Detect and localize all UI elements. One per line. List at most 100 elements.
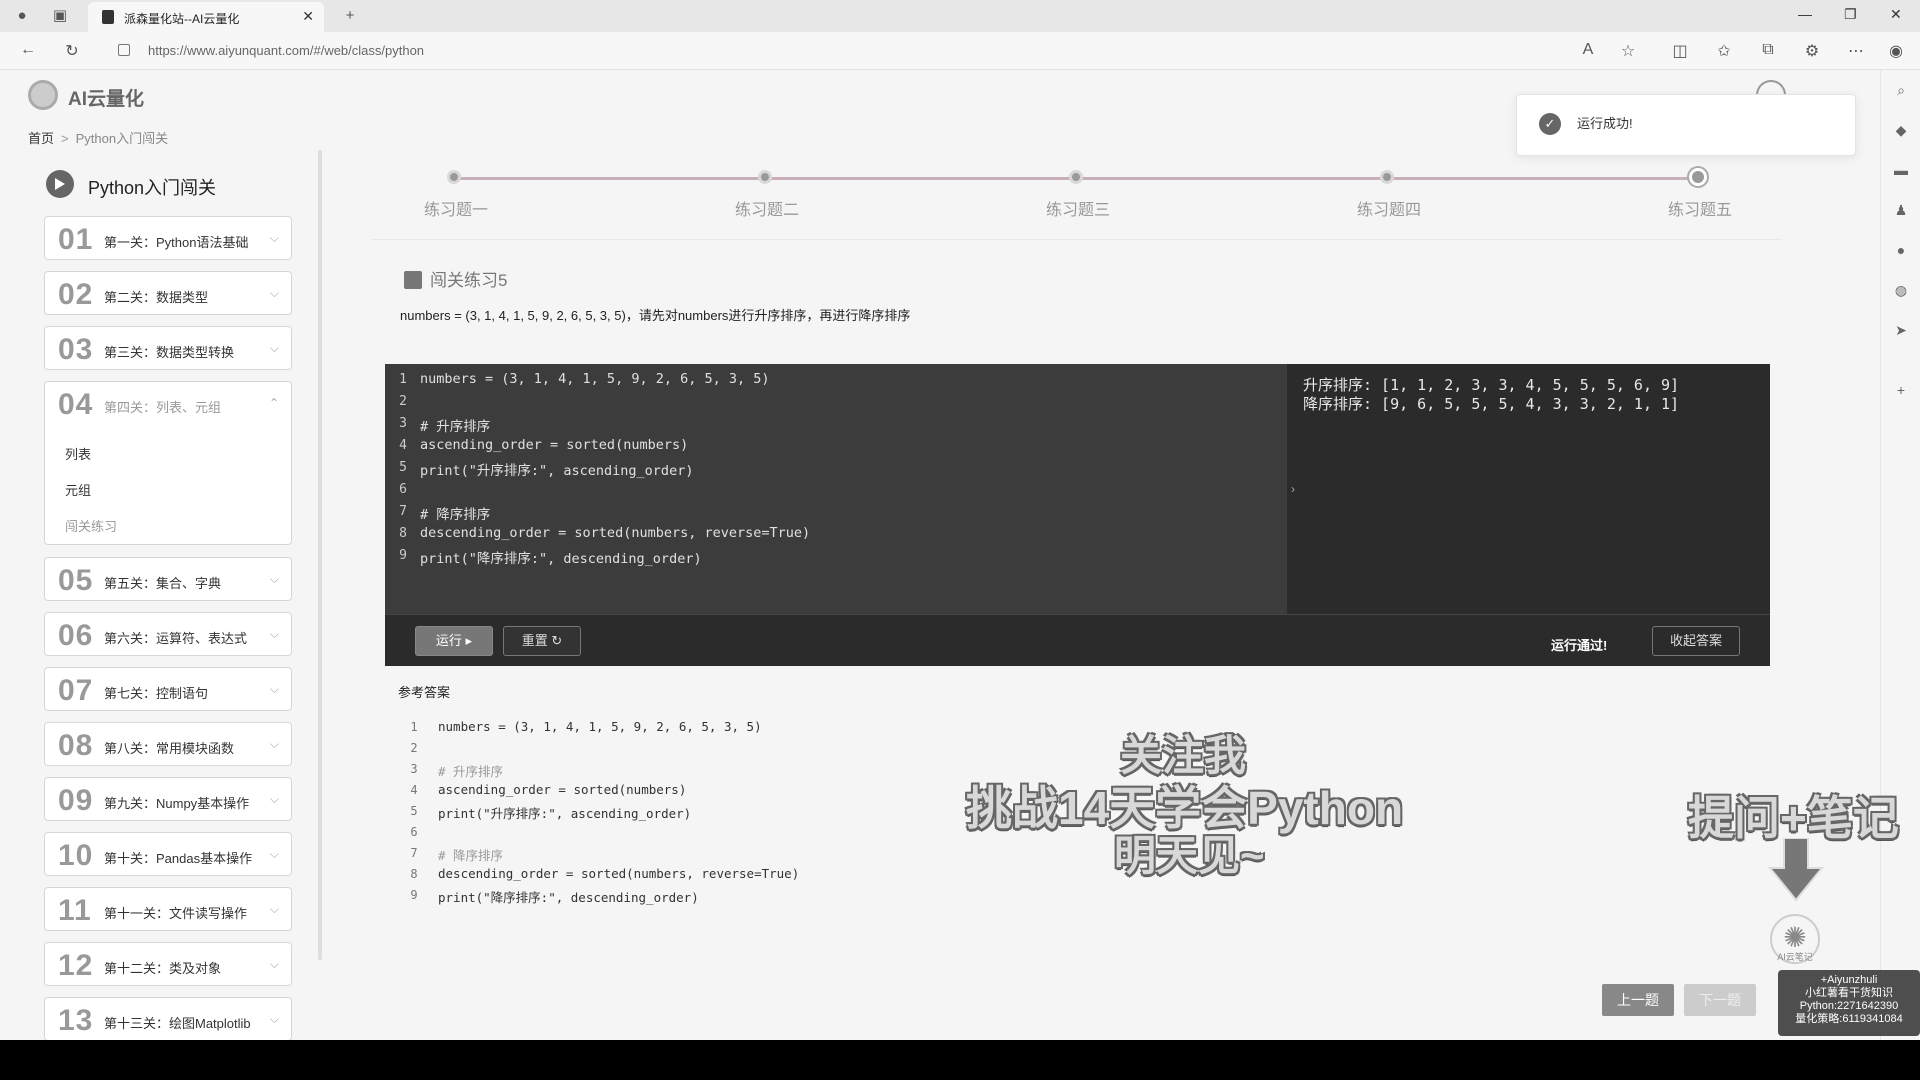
step-label-2[interactable]: 练习题二 — [707, 196, 827, 220]
breadcrumb-home[interactable]: 首页 — [28, 131, 54, 146]
step-label-3[interactable]: 练习题三 — [1018, 196, 1138, 220]
more-icon[interactable]: ⋯ — [1846, 41, 1866, 61]
chevron-down-icon: ⌵ — [269, 792, 279, 806]
reset-button[interactable]: 重置 ↻ — [503, 626, 581, 656]
line-number: 8 — [399, 526, 407, 541]
close-tab-icon[interactable]: ✕ — [302, 8, 314, 25]
level-name: 第五关：集合、字典 — [104, 576, 222, 591]
subitem-list[interactable]: 列表 — [65, 444, 91, 463]
line-number: 9 — [399, 548, 407, 563]
run-button[interactable]: 运行 ▸ — [415, 626, 493, 656]
games-icon[interactable]: ● — [1891, 242, 1911, 262]
line-number: 3 — [399, 416, 407, 431]
favorite-star-icon[interactable]: ☆ — [1618, 41, 1638, 61]
shopping-tag-icon[interactable]: ◆ — [1891, 122, 1911, 142]
code-editor[interactable]: 1 numbers = (3, 1, 4, 1, 5, 9, 2, 6, 5, 3… — [385, 364, 1287, 614]
site-brand[interactable]: AI云量化 — [68, 84, 144, 111]
level-item-01[interactable]: 01 第一关：Python语法基础 ⌵ — [44, 216, 292, 260]
level-number: 03 — [58, 333, 94, 366]
read-aloud-icon[interactable]: A — [1578, 41, 1598, 59]
step-dot-5-current[interactable] — [1689, 168, 1707, 186]
chevron-right-icon[interactable]: › — [1291, 482, 1295, 496]
chevron-down-icon: ⌵ — [269, 341, 279, 355]
subitem-tuple[interactable]: 元组 — [65, 480, 91, 499]
answer-line: # 降序排序 — [438, 848, 504, 863]
prev-question-button[interactable]: 上一题 — [1602, 984, 1674, 1016]
level-item-06[interactable]: 06 第六关：运算符、表达式 ⌵ — [44, 612, 292, 656]
extensions-icon[interactable]: ⚙ — [1802, 41, 1822, 61]
browser-tab-bar: ● ▣ 派森量化站--AI云量化 ✕ + — ❐ ✕ — [0, 0, 1920, 32]
refresh-icon[interactable]: ↻ — [62, 41, 82, 61]
code-line: descending_order = sorted(numbers, rever… — [420, 525, 811, 541]
level-name: 第六关：运算符、表达式 — [104, 631, 248, 646]
send-icon[interactable]: ➤ — [1891, 322, 1911, 342]
line-number: 2 — [410, 741, 418, 755]
refresh-icon: ↻ — [551, 633, 563, 648]
code-line: print("升序排序:", ascending_order) — [420, 463, 694, 479]
line-number: 7 — [410, 846, 418, 860]
level-item-10[interactable]: 10 第十关：Pandas基本操作 ⌵ — [44, 832, 292, 876]
level-name: 第十关：Pandas基本操作 — [104, 851, 253, 866]
people-icon[interactable]: ♟ — [1891, 202, 1911, 222]
collapse-answer-button[interactable]: 收起答案 — [1652, 626, 1740, 656]
level-item-09[interactable]: 09 第九关：Numpy基本操作 ⌵ — [44, 777, 292, 821]
overlay-see-you-text: 明天见~ — [1114, 832, 1265, 879]
editor-toolbar: 运行 ▸ 重置 ↻ 运行通过! 收起答案 — [385, 614, 1770, 666]
step-label-1[interactable]: 练习题一 — [396, 196, 516, 220]
line-number: 3 — [410, 762, 418, 776]
answer-line: ascending_order = sorted(numbers) — [438, 782, 687, 797]
favorites-icon[interactable]: ✩ — [1714, 41, 1734, 61]
url-field[interactable]: https://www.aiyunquant.com/#/web/class/p… — [148, 43, 424, 58]
browser-tab[interactable]: 派森量化站--AI云量化 ✕ — [88, 2, 324, 32]
step-label-4[interactable]: 练习题四 — [1329, 196, 1449, 220]
step-dot-2[interactable] — [758, 170, 772, 184]
subitem-practice[interactable]: 闯关练习 — [65, 516, 117, 535]
add-sidebar-app-icon[interactable]: + — [1891, 382, 1911, 402]
output-line: 降序排序: [9, 6, 5, 5, 5, 4, 3, 3, 2, 1, 1] — [1303, 395, 1680, 413]
exercise-stepper: 练习题一 练习题二 练习题三 练习题四 练习题五 — [372, 150, 1782, 240]
profile-icon[interactable]: ● — [12, 6, 32, 26]
exercise-title: 闯关练习5 — [404, 266, 507, 291]
line-number: 5 — [410, 804, 418, 818]
level-number: 02 — [58, 278, 94, 311]
tab-actions-icon[interactable]: ▣ — [50, 6, 70, 26]
back-icon[interactable]: ← — [18, 41, 38, 59]
pass-status: 运行通过! — [1551, 638, 1608, 653]
answer-line: numbers = (3, 1, 4, 1, 5, 9, 2, 6, 5, 3,… — [438, 719, 762, 734]
step-dot-4[interactable] — [1380, 170, 1394, 184]
level-item-05[interactable]: 05 第五关：集合、字典 ⌵ — [44, 557, 292, 601]
step-dot-1[interactable] — [447, 170, 461, 184]
chevron-down-icon: ⌵ — [269, 957, 279, 971]
search-icon[interactable]: ⌕ — [1891, 82, 1911, 102]
copilot-icon[interactable]: ◉ — [1886, 41, 1906, 61]
sidebar-scrollbar[interactable] — [318, 150, 322, 960]
split-screen-icon[interactable]: ◫ — [1670, 41, 1690, 61]
answer-line: # 升序排序 — [438, 764, 504, 779]
step-label-5[interactable]: 练习题五 — [1640, 196, 1760, 220]
level-item-03[interactable]: 03 第三关：数据类型转换 ⌵ — [44, 326, 292, 370]
level-item-08[interactable]: 08 第八关：常用模块函数 ⌵ — [44, 722, 292, 766]
new-tab-icon[interactable]: + — [340, 6, 360, 26]
maximize-icon[interactable]: ❐ — [1844, 6, 1857, 23]
reset-label: 重置 — [521, 633, 548, 648]
office-icon[interactable]: ◍ — [1891, 282, 1911, 302]
level-item-13[interactable]: 13 第十三关：绘图Matplotlib ⌵ — [44, 997, 292, 1040]
close-window-icon[interactable]: ✕ — [1890, 6, 1902, 23]
level-number: 12 — [58, 949, 94, 982]
next-question-button[interactable]: 下一题 — [1684, 984, 1756, 1016]
line-number: 4 — [399, 438, 407, 453]
lock-icon — [118, 44, 130, 56]
collections-icon[interactable]: ⧉ — [1758, 41, 1778, 59]
level-item-12[interactable]: 12 第十二关：类及对象 ⌵ — [44, 942, 292, 986]
site-logo-icon[interactable] — [28, 80, 58, 110]
level-name: 第八关：常用模块函数 — [104, 741, 235, 756]
level-item-07[interactable]: 07 第七关：控制语句 ⌵ — [44, 667, 292, 711]
level-item-02[interactable]: 02 第二关：数据类型 ⌵ — [44, 271, 292, 315]
exercise-title-text: 闯关练习5 — [430, 271, 508, 290]
toolbox-icon[interactable]: ▬ — [1891, 162, 1911, 182]
step-dot-3[interactable] — [1069, 170, 1083, 184]
output-line: 升序排序: [1, 1, 2, 3, 3, 4, 5, 5, 5, 6, 9] — [1303, 376, 1680, 394]
level-item-04[interactable]: 04 第四关：列表、元组 ⌃ 列表 元组 闯关练习 — [44, 381, 292, 545]
minimize-icon[interactable]: — — [1798, 6, 1812, 22]
level-item-11[interactable]: 11 第十一关：文件读写操作 ⌵ — [44, 887, 292, 931]
